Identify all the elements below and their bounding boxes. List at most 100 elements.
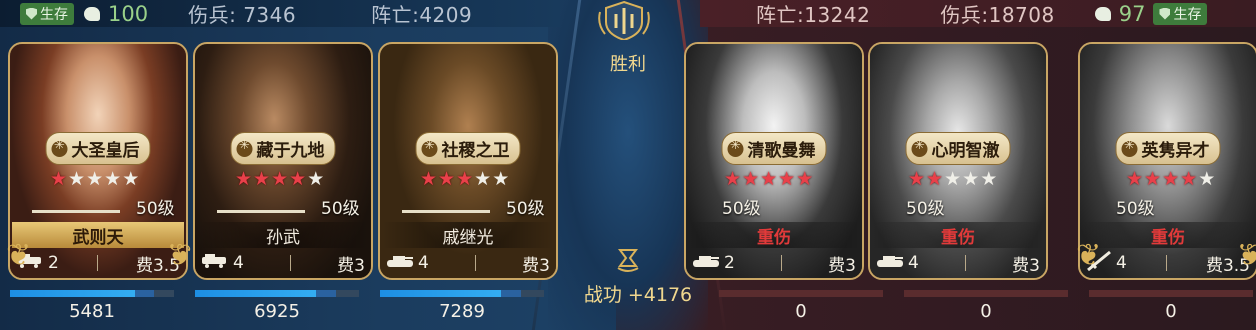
unit-cost-row: 4 费3: [386, 252, 550, 276]
battle-result: 胜利: [610, 54, 646, 75]
star-filled-icon: ★: [724, 168, 742, 190]
star-filled-icon: ★: [778, 168, 796, 190]
hp-value: 0: [1165, 301, 1177, 322]
unit-count-value: 4: [418, 253, 429, 273]
cart-icon: [201, 253, 229, 273]
star-empty-icon: ★: [474, 168, 492, 190]
star-rating: ★ ★ ★ ★ ★: [235, 170, 324, 189]
unit-count: 4: [876, 253, 919, 273]
hero-level: 50级: [136, 199, 175, 219]
skill-name: 大圣皇后: [71, 141, 140, 161]
shield-icon: [26, 7, 37, 20]
enemy-dead: 阵亡:13242: [756, 3, 871, 27]
skill-badge: 大圣皇后: [45, 132, 151, 165]
victory-emblem-icon: [598, 0, 650, 40]
star-filled-icon: ★: [742, 168, 760, 190]
skill-icon: [236, 138, 253, 157]
star-empty-icon: ★: [104, 168, 122, 190]
hp-bar-lost: [316, 290, 337, 297]
hp-bar: [380, 290, 544, 297]
enemy-wounded: 伤兵:18708: [940, 3, 1055, 27]
merit-icon: [617, 249, 639, 272]
hero-cost: 费3: [828, 255, 856, 276]
hp-bar-lost: [134, 290, 155, 297]
skill-icon: [727, 138, 744, 157]
hp-value: 7289: [439, 301, 485, 322]
hp-value: 6925: [254, 301, 300, 322]
unit-count: 4: [386, 253, 429, 273]
star-filled-icon: ★: [926, 168, 944, 190]
unit-count-value: 4: [908, 253, 919, 273]
skill-name: 藏于九地: [256, 141, 325, 161]
hero-level: 50级: [321, 199, 360, 219]
star-empty-icon: ★: [307, 168, 325, 190]
level-progress-bar: [402, 210, 490, 213]
star-filled-icon: ★: [456, 168, 474, 190]
divider: [475, 255, 476, 271]
star-rating: ★ ★ ★ ★ ★: [1126, 170, 1215, 189]
ally-wounded: 伤兵: 7346: [188, 3, 297, 27]
unit-cost-row: 4 费3: [201, 252, 365, 276]
unit-count-value: 4: [233, 253, 244, 273]
enemy-hero-card-1[interactable]: 清歌曼舞★★★★★50级重伤2费3: [684, 42, 864, 280]
skill-icon: [421, 138, 438, 157]
star-empty-icon: ★: [122, 168, 140, 190]
ally-hero-card-1[interactable]: 大圣皇后★★★★★50级武则天2费3.5❦❦: [6, 42, 192, 280]
hp-bar: [1089, 290, 1253, 297]
unit-count: 2: [692, 253, 735, 273]
enemy-hero-card-2[interactable]: 心明智澈★★★★★50级重伤4费3: [868, 42, 1048, 280]
star-empty-icon: ★: [68, 168, 86, 190]
skill-badge: 藏于九地: [230, 132, 336, 165]
star-filled-icon: ★: [1162, 168, 1180, 190]
laurel-left-icon: ❦: [1076, 238, 1102, 273]
skill-icon: [911, 138, 928, 157]
hp-bar: [10, 290, 174, 297]
divider: [781, 255, 782, 271]
hero-level: 50级: [506, 199, 545, 219]
ally-stats-bar: 生存 100 伤兵: 7346 阵亡:4209: [0, 0, 560, 27]
star-empty-icon: ★: [492, 168, 510, 190]
star-filled-icon: ★: [908, 168, 926, 190]
star-filled-icon: ★: [253, 168, 271, 190]
skill-name: 心明智澈: [931, 141, 1000, 161]
troop-icon: [1093, 6, 1115, 22]
star-filled-icon: ★: [796, 168, 814, 190]
hp-bar: [719, 290, 883, 297]
star-empty-icon: ★: [86, 168, 104, 190]
unit-count-value: 4: [1116, 253, 1127, 273]
level-progress-bar: [217, 210, 305, 213]
unit-cost-row: 4 费3: [876, 252, 1040, 276]
star-filled-icon: ★: [235, 168, 253, 190]
hero-cost: 费3: [1012, 255, 1040, 276]
enemy-hero-card-3[interactable]: 英隽异才★★★★★50级重伤4费3.5❦❦: [1076, 42, 1256, 280]
ally-hero-card-2[interactable]: 藏于九地 ★★★★★ 50级孙武 4费3: [193, 42, 373, 280]
hp-bar: [904, 290, 1068, 297]
enemy-stats-bar: 阵亡:13242 伤兵:18708 97 生存: [700, 0, 1256, 27]
hp-bar: [195, 290, 359, 297]
skill-icon: [51, 138, 68, 157]
unit-count-value: 2: [724, 253, 735, 273]
skill-icon: [1121, 138, 1138, 157]
ally-dead: 阵亡:4209: [371, 3, 473, 27]
level-progress-bar: [32, 210, 120, 213]
laurel-right-icon: ❦: [166, 238, 192, 273]
skill-badge: 心明智澈: [905, 132, 1011, 165]
hp-value: 0: [795, 301, 807, 322]
enemy-troop-count: 97: [1093, 2, 1145, 26]
merit-gain: 战功 +4176: [583, 284, 693, 306]
hp-value: 0: [980, 301, 992, 322]
ally-hero-card-3[interactable]: 社稷之卫★★★★★50级戚继光4费3: [378, 42, 558, 280]
star-filled-icon: ★: [271, 168, 289, 190]
hero-cost: 费3: [522, 255, 550, 276]
unit-count-value: 2: [48, 253, 59, 273]
hero-name: 孙武: [197, 222, 369, 248]
divider: [1165, 255, 1167, 271]
hero-name: 戚继光: [382, 222, 554, 248]
troop-icon: [82, 6, 104, 22]
star-filled-icon: ★: [50, 168, 68, 190]
star-filled-icon: ★: [420, 168, 438, 190]
injured-status: 重伤: [872, 222, 1044, 248]
star-filled-icon: ★: [1144, 168, 1162, 190]
ally-troop-count: 100: [82, 2, 148, 26]
hp-bar-fill: [380, 290, 522, 297]
